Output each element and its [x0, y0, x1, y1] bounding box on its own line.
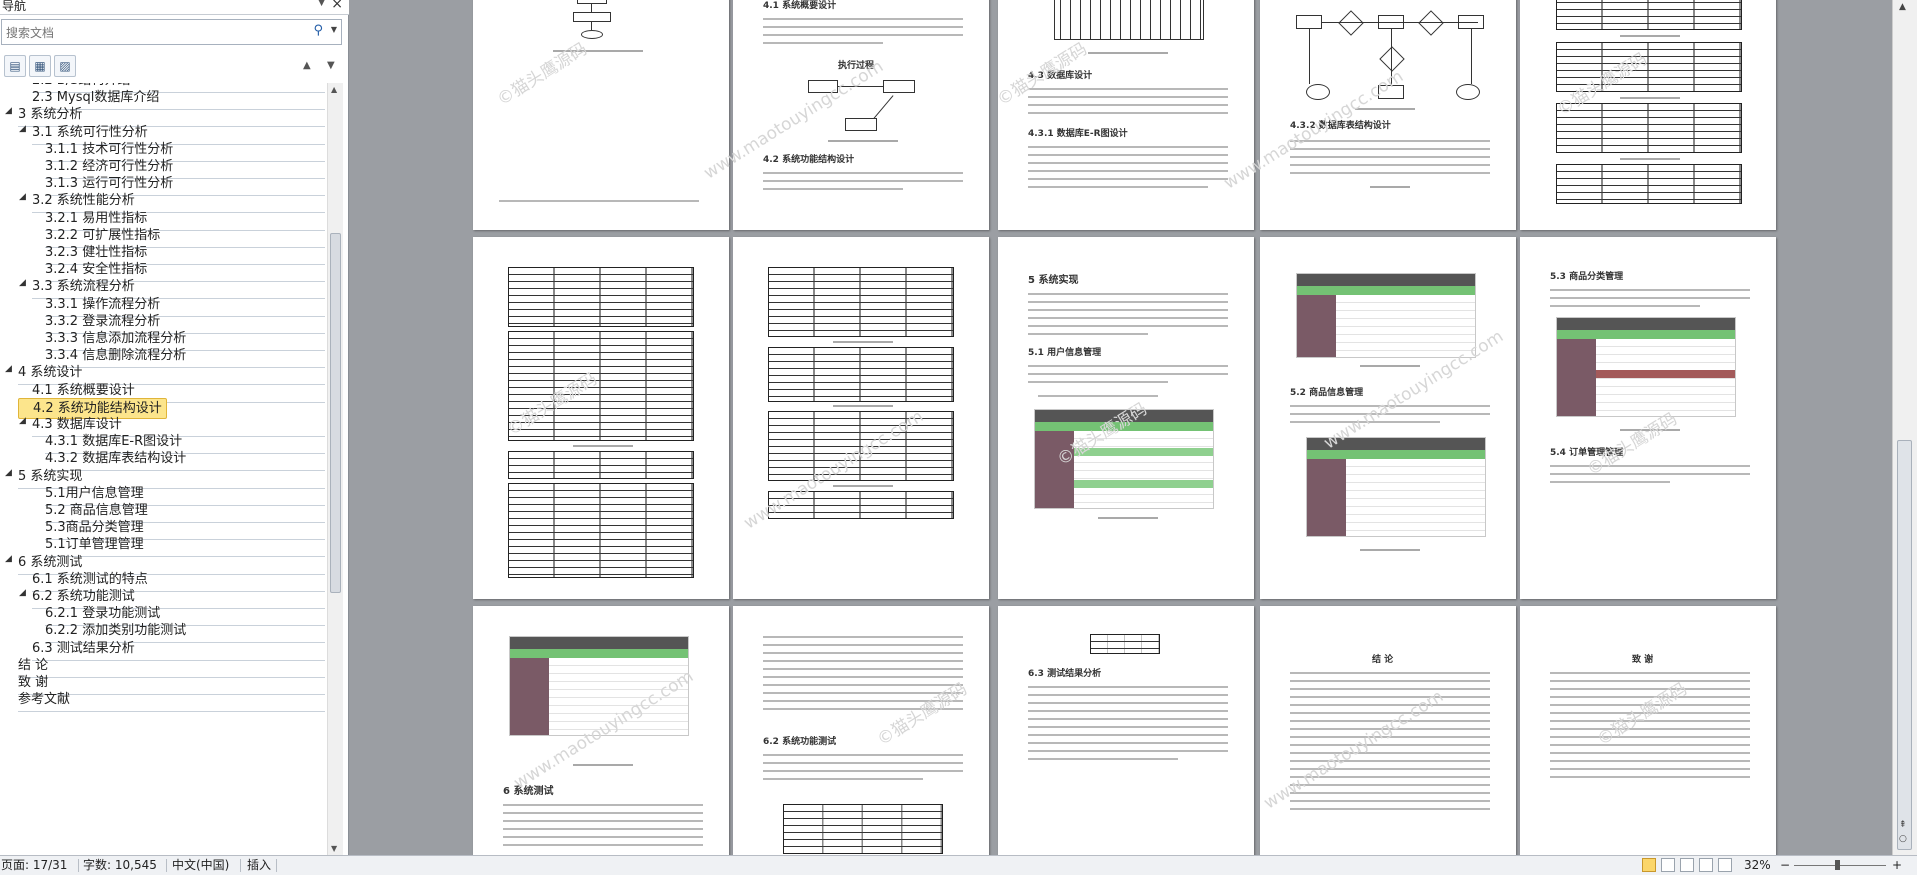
scroll-down-icon[interactable]: ▼: [331, 844, 337, 853]
page-thumbnail[interactable]: 致 谢: [1520, 606, 1776, 855]
data-table: [1556, 164, 1742, 204]
page-heading: 4.2 系统功能结构设计: [763, 155, 855, 165]
flow-db-box: [845, 118, 877, 131]
nav-heading-underline: [18, 711, 325, 713]
zoom-in-button[interactable]: +: [1892, 857, 1902, 873]
page-thumbnail[interactable]: 4.1 系统概要设计 执行过程 4.2 系统功能结构设计: [733, 0, 989, 230]
data-table: [1090, 634, 1160, 654]
expand-collapse-icon[interactable]: ◢: [5, 468, 12, 478]
navigation-pane: 导航 ▼ × ⚲ ▼ ▤ ▦ ▨ ▲ ▼ 2.2 B/S结构介绍2.3 Mysq…: [0, 0, 349, 855]
nav-scroll-thumb[interactable]: [330, 233, 341, 593]
nav-view-tabs: ▤ ▦ ▨ ▲ ▼: [0, 54, 349, 81]
next-heading-icon[interactable]: ▼: [327, 60, 335, 71]
search-input[interactable]: [4, 23, 308, 43]
er-relation: [1338, 10, 1364, 36]
expand-collapse-icon[interactable]: ◢: [5, 364, 12, 374]
expand-collapse-icon[interactable]: ◢: [19, 192, 26, 202]
page-heading: 5.1 用户信息管理: [1028, 348, 1102, 358]
page-heading: 5 系统实现: [1028, 275, 1079, 286]
headings-view-icon[interactable]: ▤: [4, 55, 26, 77]
scroll-up-icon[interactable]: ▲: [331, 85, 337, 94]
expand-collapse-icon[interactable]: ◢: [5, 554, 12, 564]
search-box[interactable]: ⚲ ▼: [1, 19, 342, 45]
page-thumbnail[interactable]: [733, 237, 989, 599]
data-table: [508, 267, 694, 327]
previous-page-icon[interactable]: ⇞: [1899, 820, 1907, 830]
results-view-icon[interactable]: ▨: [54, 55, 76, 77]
search-icon[interactable]: ⚲: [313, 23, 323, 38]
zoom-slider-knob[interactable]: [1835, 860, 1840, 870]
data-table: [768, 267, 954, 337]
expand-collapse-icon[interactable]: ◢: [19, 278, 26, 288]
draft-view-icon[interactable]: [1718, 858, 1732, 872]
page-thumbnail[interactable]: [473, 0, 729, 230]
page-thumbnail[interactable]: 4.3 数据库设计 4.3.1 数据库E-R图设计: [998, 0, 1254, 230]
zoom-out-button[interactable]: −: [1780, 857, 1790, 873]
select-browse-icon[interactable]: ○: [1899, 834, 1907, 844]
thumbnails-view-icon[interactable]: ▦: [29, 55, 51, 77]
heading-tree: 2.2 B/S结构介绍2.3 Mysql数据库介绍◢3 系统分析◢3.1 系统可…: [0, 83, 327, 855]
close-icon[interactable]: ×: [331, 0, 343, 12]
insert-mode-indicator[interactable]: 插入: [247, 857, 271, 873]
er-relation: [1418, 10, 1444, 36]
page-heading: 结 论: [1372, 655, 1394, 665]
data-table: [768, 347, 954, 402]
expand-collapse-icon[interactable]: ◢: [19, 124, 26, 134]
word-count[interactable]: 字数: 10,545: [83, 857, 157, 873]
document-scroll-thumb[interactable]: [1897, 440, 1912, 850]
page-thumbnail[interactable]: 5.2 商品信息管理: [1260, 237, 1516, 599]
zoom-level[interactable]: 32%: [1744, 857, 1771, 873]
page-heading: 5.2 商品信息管理: [1290, 388, 1364, 398]
data-table: [508, 483, 694, 578]
full-screen-reading-icon[interactable]: [1661, 858, 1675, 872]
page-heading: 6.3 测试结果分析: [1028, 669, 1102, 679]
flow-box: [573, 12, 611, 22]
nav-options-icon[interactable]: ▼: [318, 0, 325, 8]
status-bar: 页面: 17/31 字数: 10,545 中文(中国) 插入 32% − +: [0, 855, 1917, 875]
chevron-down-icon[interactable]: ▼: [331, 25, 337, 34]
expand-collapse-icon[interactable]: ◢: [19, 588, 26, 598]
nav-scrollbar[interactable]: ▲ ▼: [327, 83, 343, 855]
page-thumbnail[interactable]: 6.2 系统功能测试: [733, 606, 989, 855]
data-table: [783, 804, 943, 854]
nav-title: 导航: [2, 0, 27, 13]
nav-heading-label: 参考文献: [18, 692, 71, 708]
outline-view-icon[interactable]: [1699, 858, 1713, 872]
web-layout-icon[interactable]: [1680, 858, 1694, 872]
page-thumbnail[interactable]: [1520, 0, 1776, 230]
page-heading: 6.2 系统功能测试: [763, 737, 837, 747]
er-entity: [1296, 15, 1322, 29]
nav-heading-item[interactable]: 参考文献: [0, 692, 325, 713]
page-counter[interactable]: 页面: 17/31: [1, 857, 67, 873]
page-heading: 5.3 商品分类管理: [1550, 272, 1624, 282]
page-heading: 致 谢: [1632, 655, 1654, 665]
expand-collapse-icon[interactable]: ◢: [5, 106, 12, 116]
data-table: [1556, 0, 1742, 30]
page-heading: 4.1 系统概要设计: [763, 1, 837, 11]
document-scrollbar[interactable]: ▲ ⇞ ○: [1892, 0, 1917, 855]
nav-title-bar: 导航 ▼ ×: [0, 0, 349, 15]
screenshot-figure: [1296, 273, 1476, 358]
zoom-slider[interactable]: [1794, 860, 1886, 870]
screenshot-figure: [1556, 317, 1736, 417]
previous-heading-icon[interactable]: ▲: [303, 60, 311, 71]
flow-end: [581, 30, 603, 39]
page-heading: 4.3.1 数据库E-R图设计: [1028, 129, 1128, 139]
print-layout-icon[interactable]: [1642, 858, 1656, 872]
er-attribute: [1306, 84, 1330, 100]
data-table: [1556, 103, 1742, 153]
page-thumbnail[interactable]: 4.3.2 数据库表结构设计: [1260, 0, 1516, 230]
scroll-up-icon[interactable]: ▲: [1899, 2, 1906, 12]
data-table: [508, 451, 694, 479]
language-indicator[interactable]: 中文(中国): [172, 857, 229, 873]
flow-box: [577, 0, 607, 4]
er-attribute: [1456, 84, 1480, 100]
expand-collapse-icon[interactable]: ◢: [19, 416, 26, 426]
page-thumbnail[interactable]: 6.3 测试结果分析: [998, 606, 1254, 855]
document-area[interactable]: 4.1 系统概要设计 执行过程 4.2 系统功能结构设计 4.3 数据库设计 4…: [350, 0, 1892, 855]
flow-server-box: [883, 80, 915, 93]
